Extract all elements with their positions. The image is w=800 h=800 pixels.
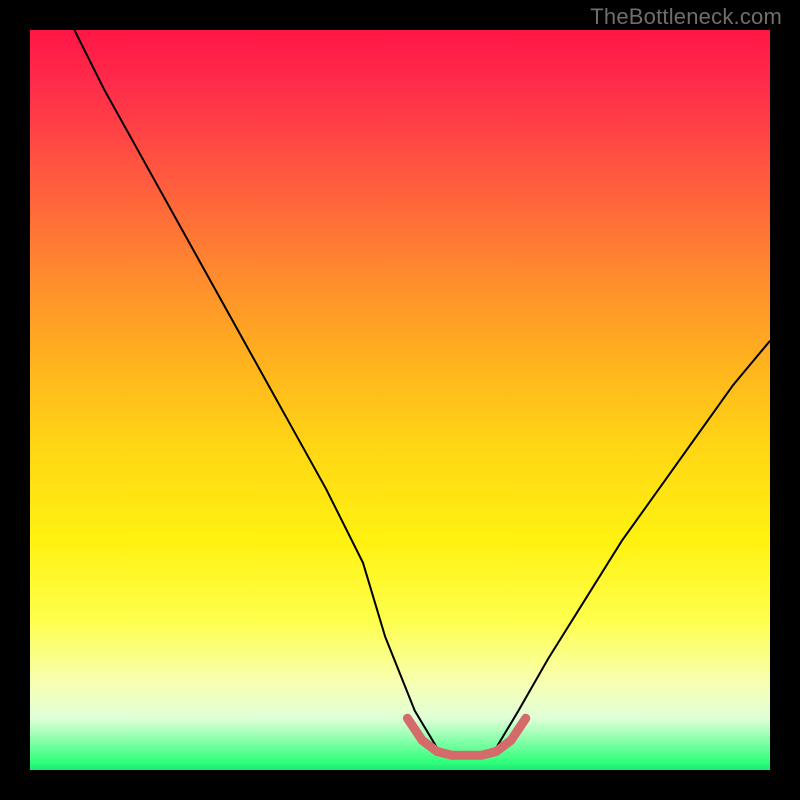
bottleneck-curve <box>74 30 770 755</box>
plot-area <box>30 30 770 770</box>
sweet-spot-band <box>407 718 525 755</box>
watermark-text: TheBottleneck.com <box>590 4 782 30</box>
curve-svg <box>30 30 770 770</box>
chart-frame: TheBottleneck.com <box>0 0 800 800</box>
